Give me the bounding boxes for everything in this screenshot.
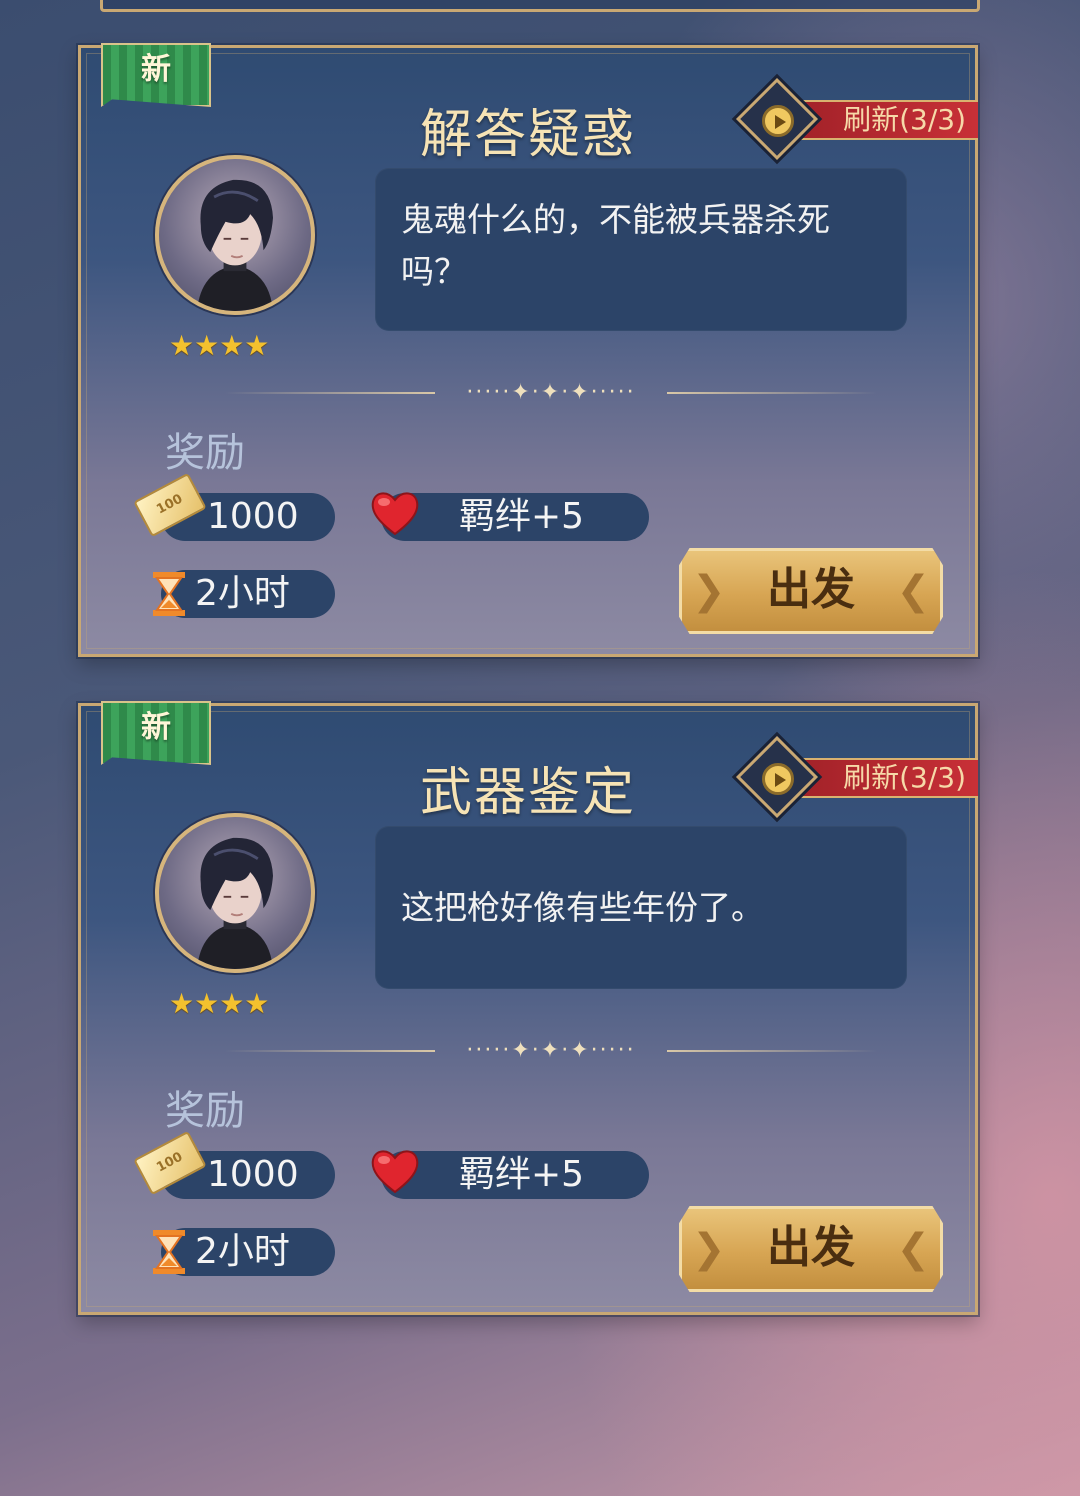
play-circle-icon bbox=[762, 763, 794, 795]
bond-reward: 羁绊+5 bbox=[381, 493, 649, 541]
divider-line-left bbox=[225, 392, 435, 394]
chevron-right-icon: ❯ bbox=[692, 1226, 726, 1272]
heart-icon bbox=[369, 488, 421, 538]
reward-label: 奖励 bbox=[165, 430, 245, 476]
commission-card: 新 武器鉴定 刷新(3/3) ★★★★ 这把枪好像有些年份了。 ·····✦·✦… bbox=[78, 701, 978, 1315]
hourglass-icon bbox=[151, 1228, 187, 1276]
duration: 2小时 bbox=[161, 1228, 335, 1276]
bond-reward: 羁绊+5 bbox=[381, 1151, 649, 1199]
chevron-left-icon: ❮ bbox=[896, 1226, 930, 1272]
play-circle-icon bbox=[762, 105, 794, 137]
character-portrait-icon bbox=[197, 179, 273, 311]
character-avatar bbox=[155, 813, 315, 973]
refresh-button[interactable]: 刷新(3/3) bbox=[735, 77, 978, 161]
character-portrait-icon bbox=[197, 837, 273, 969]
star-rating: ★★★★ bbox=[169, 987, 270, 1020]
depart-button[interactable]: ❯ 出发 ❮ bbox=[679, 1206, 943, 1292]
depart-button[interactable]: ❯ 出发 ❮ bbox=[679, 548, 943, 634]
dialogue-bubble: 这把枪好像有些年份了。 bbox=[375, 826, 907, 989]
heart-icon bbox=[369, 1146, 421, 1196]
duration: 2小时 bbox=[161, 570, 335, 618]
divider: ·····✦·✦·✦····· bbox=[225, 380, 877, 406]
divider-line-right bbox=[667, 1050, 877, 1052]
divider-line-left bbox=[225, 1050, 435, 1052]
previous-card-edge bbox=[100, 0, 980, 12]
divider-ornament: ·····✦·✦·✦····· bbox=[466, 380, 636, 405]
chevron-right-icon: ❯ bbox=[692, 568, 726, 614]
depart-label: 出发 bbox=[767, 564, 855, 615]
divider: ·····✦·✦·✦····· bbox=[225, 1038, 877, 1064]
refresh-button[interactable]: 刷新(3/3) bbox=[735, 735, 978, 819]
hourglass-icon bbox=[151, 570, 187, 618]
dialogue-bubble: 鬼魂什么的，不能被兵器杀死吗？ bbox=[375, 168, 907, 331]
divider-line-right bbox=[667, 392, 877, 394]
commission-card: 新 解答疑惑 刷新(3/3) ★★★★ 鬼魂什么的，不能被兵器杀死吗？ ····… bbox=[78, 43, 978, 657]
chevron-left-icon: ❮ bbox=[896, 568, 930, 614]
character-avatar bbox=[155, 155, 315, 315]
depart-label: 出发 bbox=[767, 1222, 855, 1273]
divider-ornament: ·····✦·✦·✦····· bbox=[466, 1038, 636, 1063]
star-rating: ★★★★ bbox=[169, 329, 270, 362]
reward-label: 奖励 bbox=[165, 1088, 245, 1134]
